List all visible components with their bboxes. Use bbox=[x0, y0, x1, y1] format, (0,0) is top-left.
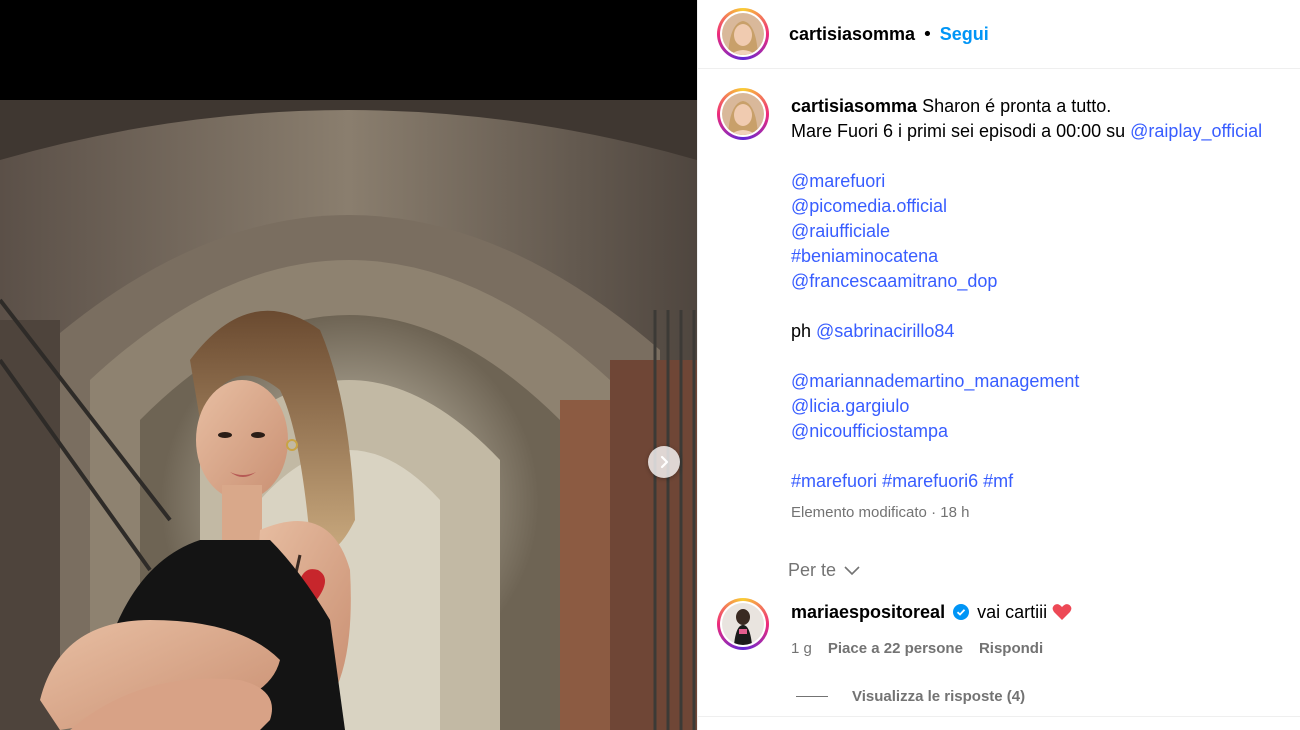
chevron-down-icon bbox=[844, 565, 860, 575]
mention-link[interactable]: @mariannademartino_management bbox=[791, 369, 1300, 394]
hashtag-link[interactable]: #marefuori6 bbox=[882, 471, 978, 491]
hashtag-link[interactable]: #mf bbox=[983, 471, 1013, 491]
post-header: cartisiasomma • Segui bbox=[698, 0, 1300, 69]
ph-label: ph bbox=[791, 321, 817, 341]
follow-button[interactable]: Segui bbox=[940, 24, 989, 45]
hashtag-link[interactable]: #beniaminocatena bbox=[791, 244, 1300, 269]
for-you-filter[interactable]: Per te bbox=[788, 560, 860, 581]
view-replies-label: Visualizza le risposte (4) bbox=[852, 688, 1026, 705]
caption-line1: Sharon é pronta a tutto. bbox=[922, 96, 1112, 116]
next-image-button[interactable] bbox=[648, 446, 680, 478]
comment-actions: 1 g Piace a 22 persone Rispondi bbox=[791, 640, 1043, 657]
mention-link[interactable]: @sabrinacirillo84 bbox=[816, 321, 954, 341]
comment-text: vai cartiii bbox=[977, 602, 1048, 622]
verified-badge-icon bbox=[953, 604, 970, 620]
separator-dot: • bbox=[922, 23, 933, 45]
author-username[interactable]: cartisiasomma bbox=[789, 24, 915, 45]
comment-likes[interactable]: Piace a 22 persone bbox=[828, 640, 963, 657]
post-media[interactable] bbox=[0, 0, 697, 730]
comment-body: mariaespositoreal vai cartiii bbox=[791, 602, 1072, 623]
post-side-panel: cartisiasomma • Segui cartisiasomma Shar… bbox=[697, 0, 1300, 730]
author-avatar[interactable] bbox=[717, 8, 769, 60]
mention-link[interactable]: @picomedia.official bbox=[791, 194, 1300, 219]
replies-divider bbox=[796, 696, 828, 697]
comment-time: 1 g bbox=[791, 640, 812, 657]
caption-text: cartisiasomma Sharon é pronta a tutto. M… bbox=[791, 94, 1300, 525]
edited-timestamp: Elemento modificato · 18 h bbox=[791, 504, 970, 521]
view-replies-button[interactable]: Visualizza le risposte (4) bbox=[796, 688, 1025, 705]
caption-line2: Mare Fuori 6 i primi sei episodi a 00:00… bbox=[791, 121, 1131, 141]
commenter-avatar[interactable] bbox=[717, 598, 769, 650]
mention-link[interactable]: @raiplay_official bbox=[1130, 121, 1262, 141]
mention-link[interactable]: @raiufficiale bbox=[791, 219, 1300, 244]
caption-username[interactable]: cartisiasomma bbox=[791, 96, 917, 116]
for-you-label: Per te bbox=[788, 560, 837, 580]
mention-link[interactable]: @licia.gargiulo bbox=[791, 394, 1300, 419]
bottom-divider bbox=[698, 716, 1300, 717]
mention-link[interactable]: @marefuori bbox=[791, 169, 1300, 194]
post-photo bbox=[0, 100, 697, 730]
chevron-right-icon bbox=[660, 455, 669, 469]
caption-avatar[interactable] bbox=[717, 88, 769, 140]
reply-button[interactable]: Rispondi bbox=[979, 640, 1043, 657]
mention-link[interactable]: @francescaamitrano_dop bbox=[791, 269, 1300, 294]
commenter-username[interactable]: mariaespositoreal bbox=[791, 602, 945, 622]
mention-link[interactable]: @nicoufficiostampa bbox=[791, 419, 1300, 444]
heart-icon bbox=[1052, 604, 1072, 620]
hashtag-link[interactable]: #marefuori bbox=[791, 471, 877, 491]
